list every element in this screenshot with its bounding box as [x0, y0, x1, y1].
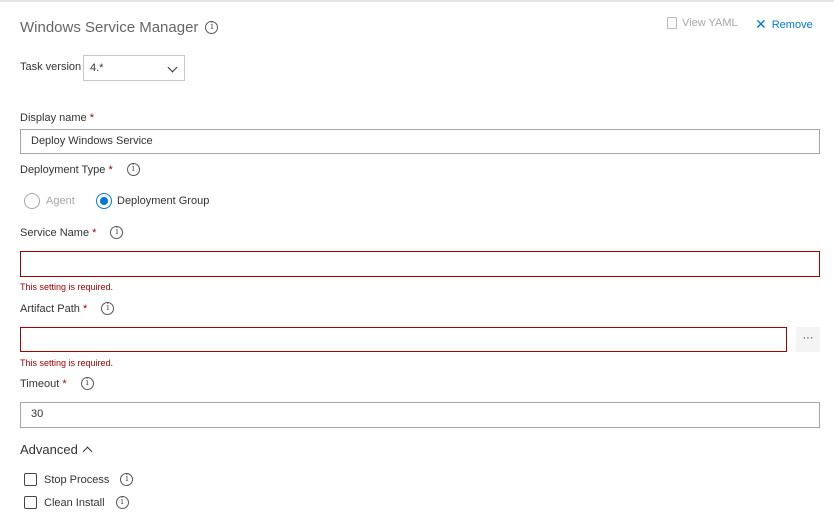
checkbox-box: [24, 473, 37, 486]
top-divider: [0, 0, 834, 2]
artifact-path-error: This setting is required.: [20, 358, 114, 368]
radio-circle: [24, 193, 40, 209]
chevron-down-icon: [167, 62, 178, 73]
service-name-error: This setting is required.: [20, 282, 114, 292]
view-yaml-button[interactable]: View YAML: [667, 17, 738, 29]
clipboard-icon: [667, 17, 677, 29]
service-name-label: Service Name * i: [20, 226, 124, 239]
clean-install-checkbox[interactable]: Clean Install i: [24, 496, 129, 509]
service-name-input[interactable]: [20, 251, 820, 277]
radio-agent[interactable]: Agent: [24, 193, 75, 209]
radio-deployment-group[interactable]: Deployment Group: [96, 193, 209, 209]
display-name-input[interactable]: Deploy Windows Service: [20, 129, 820, 154]
task-header: Windows Service Manager i: [20, 19, 219, 36]
radio-circle-selected: [96, 193, 112, 209]
task-version-select[interactable]: 4.*: [83, 55, 185, 81]
info-icon[interactable]: i: [126, 163, 140, 176]
task-version-label: Task version: [20, 61, 82, 73]
advanced-toggle[interactable]: Advanced: [20, 442, 93, 457]
page-title: Windows Service Manager: [20, 19, 199, 36]
info-icon[interactable]: i: [115, 496, 129, 509]
info-icon[interactable]: i: [80, 377, 94, 390]
chevron-up-icon: [82, 446, 93, 457]
stop-process-checkbox[interactable]: Stop Process i: [24, 473, 134, 486]
deployment-type-label: Deployment Type * i: [20, 163, 140, 176]
browse-button[interactable]: ···: [796, 327, 820, 352]
timeout-input[interactable]: 30: [20, 402, 820, 428]
checkbox-box: [24, 496, 37, 509]
artifact-path-label: Artifact Path * i: [20, 302, 115, 315]
remove-button[interactable]: ✕ Remove: [755, 16, 813, 33]
timeout-label: Timeout * i: [20, 377, 94, 390]
info-icon[interactable]: i: [205, 21, 219, 34]
info-icon[interactable]: i: [110, 226, 124, 239]
info-icon[interactable]: i: [120, 473, 134, 486]
close-icon: ✕: [755, 16, 767, 32]
display-name-label: Display name *: [20, 112, 94, 124]
artifact-path-input[interactable]: [20, 327, 787, 352]
info-icon[interactable]: i: [101, 302, 115, 315]
